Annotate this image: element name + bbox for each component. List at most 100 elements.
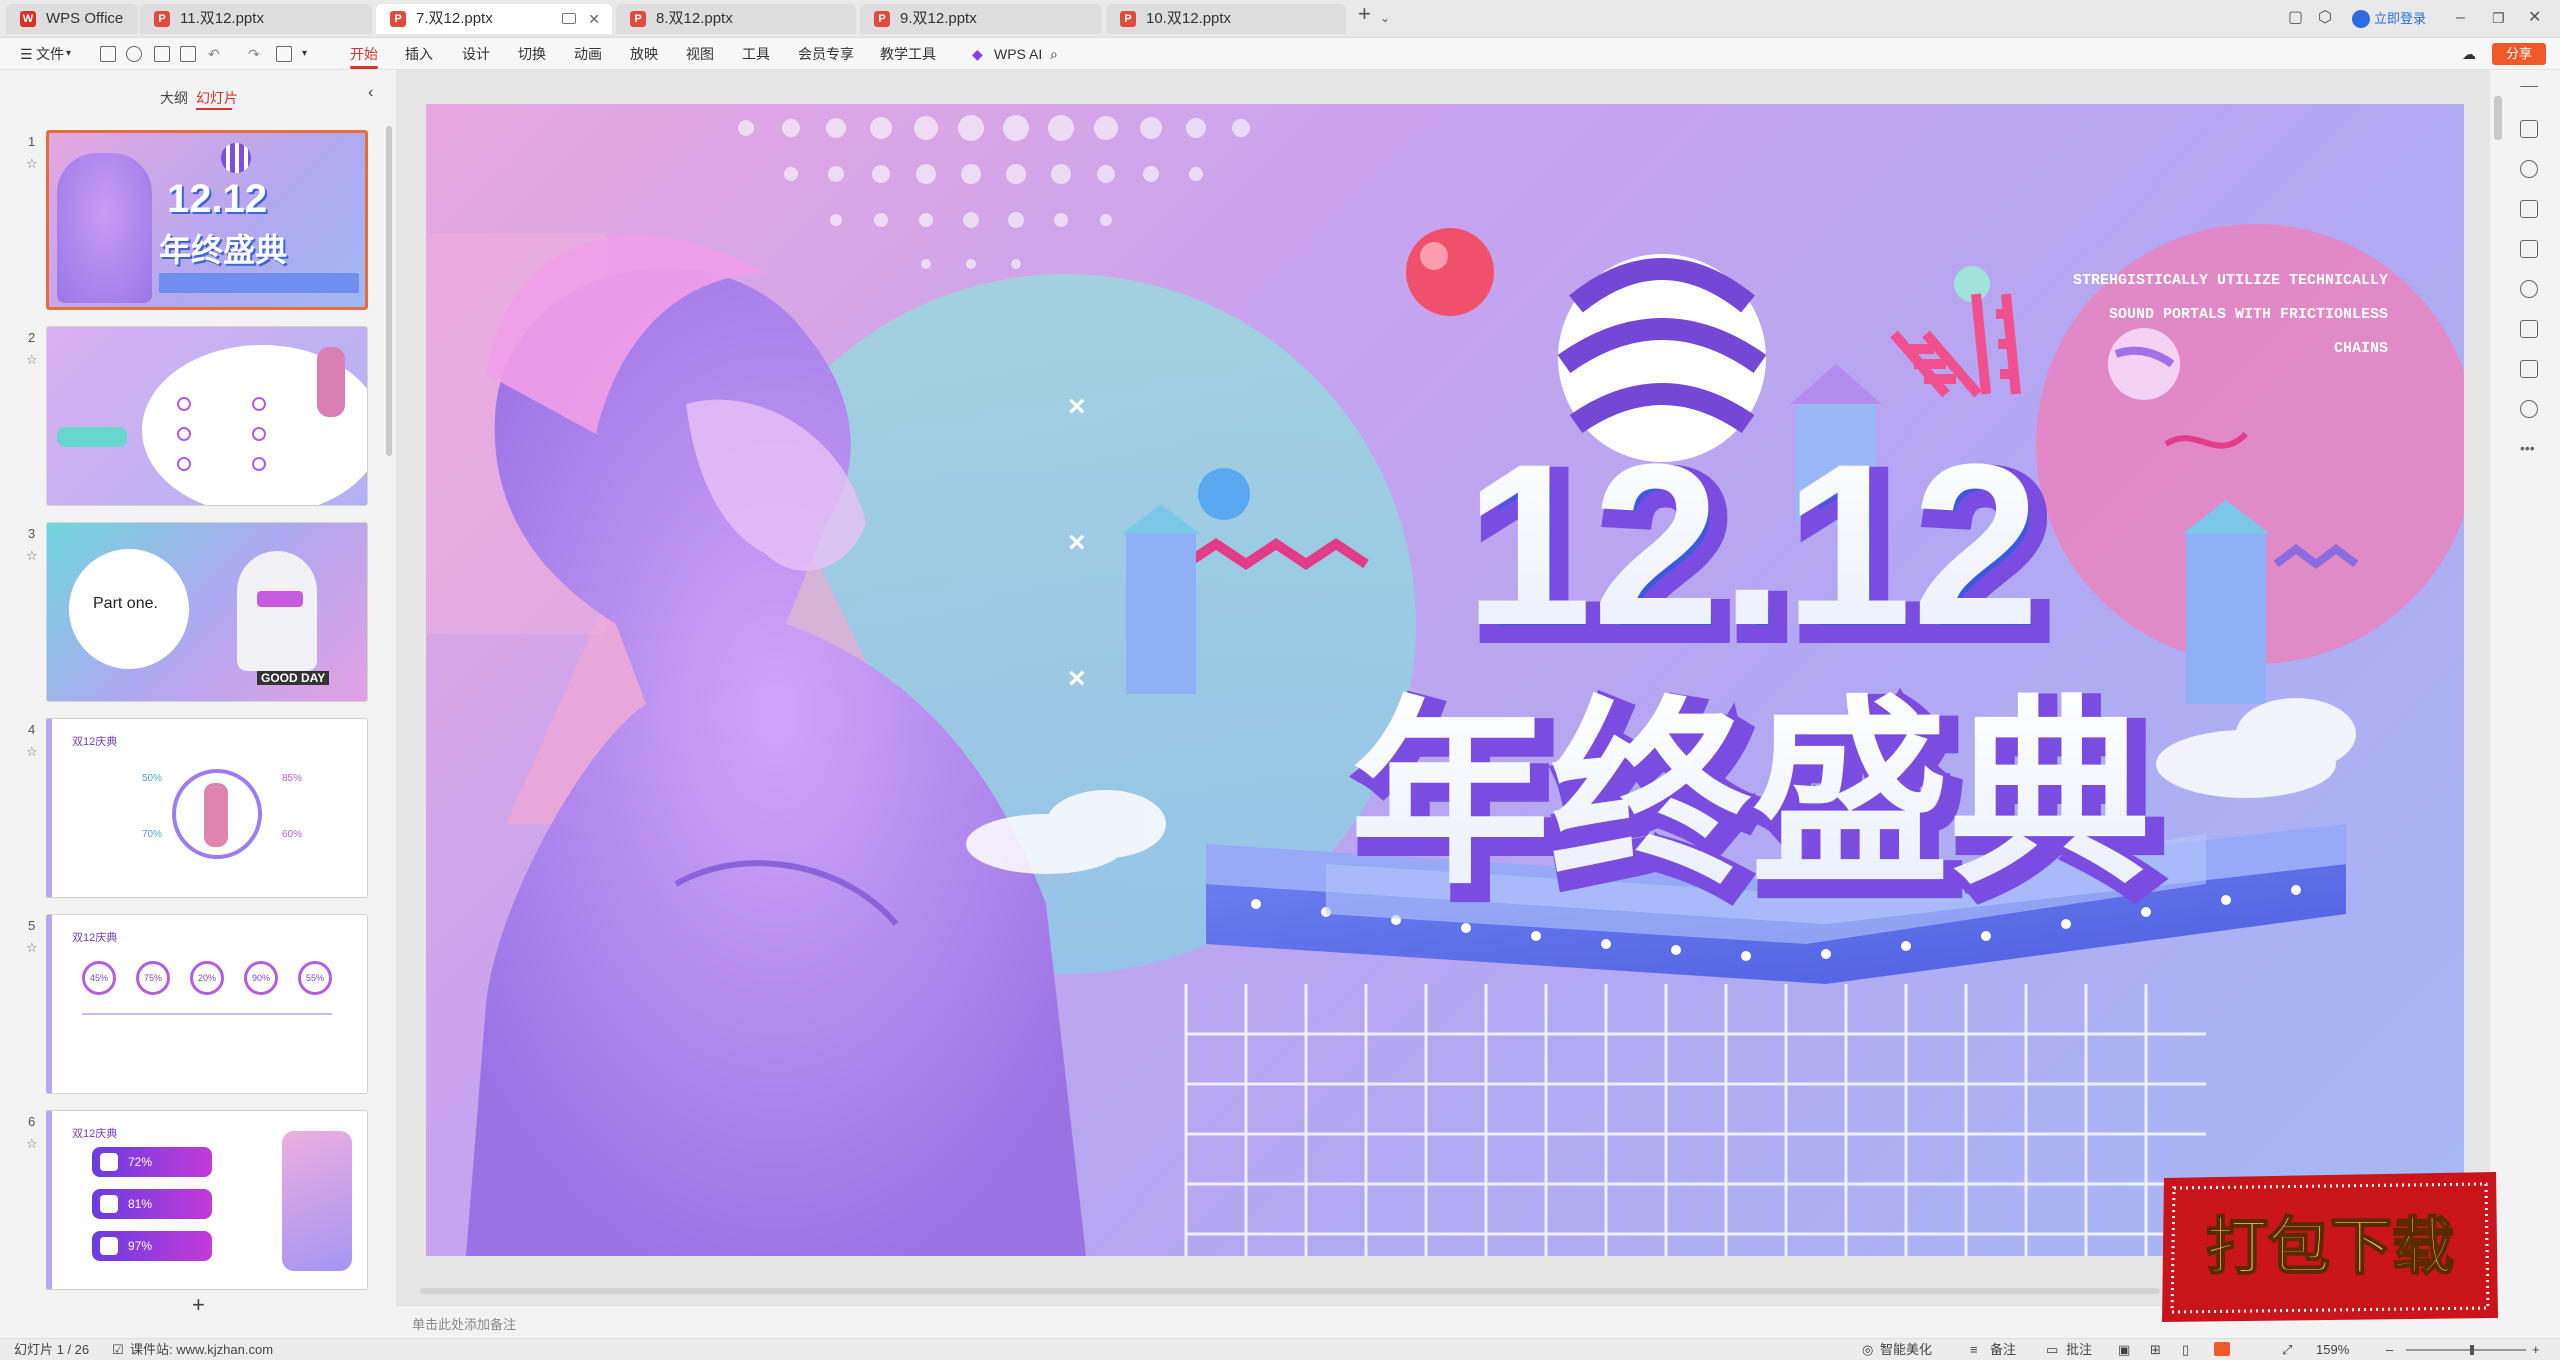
collapse-panel-icon[interactable] xyxy=(2520,86,2538,87)
slide-thumbnail-2[interactable] xyxy=(46,326,368,506)
tab-label: 8.双12.pptx xyxy=(656,10,733,27)
quick-access-chevron-icon[interactable]: ▾ xyxy=(302,44,307,64)
zoom-slider-thumb[interactable] xyxy=(2470,1345,2474,1355)
undo-icon[interactable]: ↶ xyxy=(208,44,220,64)
menu-home[interactable]: 开始 xyxy=(350,44,378,64)
tab-file-8[interactable]: P 8.双12.pptx xyxy=(616,4,856,34)
tab-file-7[interactable]: P 7.双12.pptx ✕ xyxy=(376,4,612,34)
star-icon[interactable] xyxy=(2520,160,2538,178)
slide-thumbnail-5[interactable]: 双12庆典 45% 75% 20% 90% 55% xyxy=(46,914,368,1094)
notes-button[interactable]: 备注 xyxy=(1990,1342,2016,1358)
wps-ai-button[interactable]: WPS AI xyxy=(994,44,1042,64)
shirt-icon[interactable] xyxy=(2520,360,2538,378)
star-icon[interactable]: ☆ xyxy=(26,1136,38,1152)
book-icon[interactable] xyxy=(2520,320,2538,338)
star-icon[interactable]: ☆ xyxy=(26,156,38,172)
comments-button[interactable]: 批注 xyxy=(2066,1342,2092,1358)
cube-icon[interactable]: ⬡ xyxy=(2318,8,2332,28)
monitor-icon[interactable] xyxy=(562,13,576,24)
redo-icon[interactable]: ↷ xyxy=(248,44,260,64)
slide-number: 2 xyxy=(28,330,36,345)
hamburger-icon[interactable]: ☰ xyxy=(20,44,33,64)
copy-icon[interactable] xyxy=(2520,200,2538,218)
star-icon[interactable]: ☆ xyxy=(26,352,38,368)
canvas-h-scrollbar[interactable] xyxy=(420,1288,2160,1294)
tab-file-10[interactable]: P 10.双12.pptx xyxy=(1106,4,1346,34)
checkmark-icon: ☑ xyxy=(112,1342,124,1357)
tab-slides[interactable]: 幻灯片 xyxy=(196,88,238,108)
login-link[interactable]: 立即登录 xyxy=(2374,9,2426,29)
fit-icon[interactable]: ⤢ xyxy=(2282,1342,2292,1358)
menu-membership[interactable]: 会员专享 xyxy=(798,44,854,64)
tab-list-chevron-icon[interactable]: ⌄ xyxy=(1380,8,1390,28)
big-number: 12.12 xyxy=(1464,416,2040,673)
main-slide[interactable]: × × × 12.12 12.12 年终盛典 年终盛典 STREHGISTICA… xyxy=(426,104,2464,1256)
star-icon[interactable]: ☆ xyxy=(26,548,38,564)
minimize-icon[interactable]: – xyxy=(2456,8,2465,28)
zoom-level[interactable]: 159% xyxy=(2316,1342,2349,1358)
tab-file-9[interactable]: P 9.双12.pptx xyxy=(860,4,1102,34)
tab-file-11[interactable]: P 11.双12.pptx xyxy=(140,4,372,34)
slide-artwork: × × × 12.12 12.12 年终盛典 年终盛典 STREHGISTICA… xyxy=(426,115,2464,1256)
menu-animation[interactable]: 动画 xyxy=(574,44,602,64)
print-preview-icon[interactable] xyxy=(180,46,196,62)
slide-sorter-icon[interactable]: ⊞ xyxy=(2150,1342,2161,1358)
star-icon[interactable]: ☆ xyxy=(26,744,38,760)
thumb-header: 双12庆典 xyxy=(72,932,118,944)
slide-thumbnail-3[interactable]: Part one. GOOD DAY xyxy=(46,522,368,702)
image-icon[interactable] xyxy=(2520,240,2538,258)
tab-wps-office[interactable]: W WPS Office xyxy=(6,4,138,34)
file-chevron-icon[interactable]: ▾ xyxy=(66,44,71,64)
tools-icon[interactable] xyxy=(2520,280,2538,298)
help-icon[interactable] xyxy=(2520,400,2538,418)
wps-ai-icon: ◆ xyxy=(972,46,983,62)
menu-teaching-tools[interactable]: 教学工具 xyxy=(880,44,936,64)
close-tab-icon[interactable]: ✕ xyxy=(588,4,600,34)
x-mark: × xyxy=(1068,662,1086,695)
slide-thumbnail-4[interactable]: 双12庆典 50% 85% 70% 60% xyxy=(46,718,368,898)
thumb-header: 双12庆典 xyxy=(72,1128,118,1140)
menu-design[interactable]: 设计 xyxy=(462,44,490,64)
search-icon[interactable]: ⌕ xyxy=(1050,44,1058,64)
slide-thumbnail-1[interactable]: 12.12 年终盛典 xyxy=(46,130,368,310)
statue-figure xyxy=(57,153,152,303)
play-slideshow-icon[interactable] xyxy=(2214,1342,2230,1356)
menu-view[interactable]: 视图 xyxy=(686,44,714,64)
collapse-pane-icon[interactable]: ‹ xyxy=(368,84,373,102)
menu-insert[interactable]: 插入 xyxy=(405,44,433,64)
zoom-in-icon[interactable]: + xyxy=(2532,1342,2540,1358)
quick-access-icon[interactable] xyxy=(276,46,292,62)
star-icon[interactable]: ☆ xyxy=(26,940,38,956)
percent-pill: 97% xyxy=(92,1231,212,1261)
beautify-button[interactable]: 智能美化 xyxy=(1880,1342,1932,1358)
save-icon[interactable] xyxy=(100,46,116,62)
reading-view-icon[interactable]: ▯ xyxy=(2182,1342,2189,1358)
add-slide-button[interactable]: + xyxy=(192,1292,205,1318)
canvas-scrollbar[interactable] xyxy=(2494,96,2502,140)
file-menu[interactable]: 文件 xyxy=(36,44,64,64)
zoom-out-icon[interactable]: – xyxy=(2386,1342,2393,1358)
menu-slideshow[interactable]: 放映 xyxy=(630,44,658,64)
menu-transition[interactable]: 切换 xyxy=(518,44,546,64)
format-painter-icon[interactable] xyxy=(126,46,142,62)
zoom-slider[interactable] xyxy=(2406,1345,2526,1355)
restore-icon[interactable]: ❐ xyxy=(2492,8,2505,28)
ppt-file-icon: P xyxy=(874,11,890,27)
thumbnail-pane: 大纲 幻灯片 ‹ 1 ☆ 12.12 年终盛典 2 ☆ 3 ☆ Part one… xyxy=(0,70,396,1338)
big-title: 年终盛典 xyxy=(1350,684,2150,907)
window-layout-icon[interactable]: ▢ xyxy=(2288,8,2303,28)
print-icon[interactable] xyxy=(154,46,170,62)
close-window-icon[interactable]: ✕ xyxy=(2528,8,2541,28)
menu-tools[interactable]: 工具 xyxy=(742,44,770,64)
share-button[interactable]: 分享 xyxy=(2492,43,2546,65)
more-icon[interactable]: ••• xyxy=(2520,440,2538,458)
slide-thumbnail-6[interactable]: 双12庆典 72% 81% 97% xyxy=(46,1110,368,1290)
property-icon[interactable] xyxy=(2520,120,2538,138)
user-avatar-icon[interactable] xyxy=(2352,10,2370,28)
tab-outline[interactable]: 大纲 xyxy=(160,88,188,108)
download-stamp[interactable]: 打包下载 xyxy=(2158,1168,2502,1326)
cloud-sync-icon[interactable]: ☁ xyxy=(2462,44,2476,64)
normal-view-icon[interactable]: ▣ xyxy=(2118,1342,2130,1358)
add-tab-button[interactable]: + xyxy=(1358,3,1371,25)
pane-scrollbar[interactable] xyxy=(386,126,392,456)
